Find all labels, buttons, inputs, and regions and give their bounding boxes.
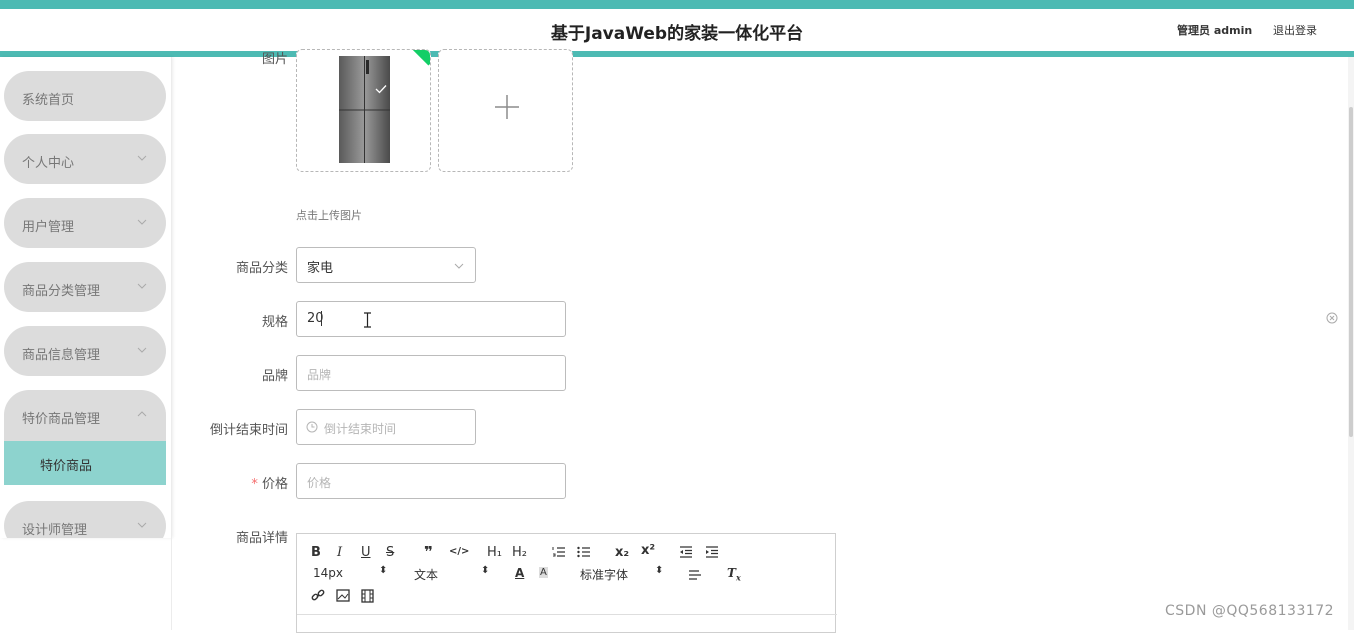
outdent-icon[interactable] <box>679 546 693 558</box>
rich-text-editor[interactable]: B I U S ❞ </> H₁ H₂ x₂ x² 14px ⬍ 文本 ⬍ A … <box>296 533 837 633</box>
page-scrollbar[interactable] <box>1348 57 1354 630</box>
link-icon[interactable] <box>311 589 325 603</box>
blockquote-icon[interactable]: ❞ <box>424 543 433 561</box>
clear-format-icon[interactable]: Tx <box>727 566 741 582</box>
sidebar-item-special-product-management[interactable]: 特价商品管理 <box>4 390 166 441</box>
code-block-icon[interactable]: </> <box>449 546 469 557</box>
sidebar-item-home[interactable]: 系统首页 <box>4 71 166 121</box>
sidebar-subitem-special-product[interactable]: 特价商品 <box>4 441 166 485</box>
sidebar-item-category-management[interactable]: 商品分类管理 <box>4 262 166 312</box>
csdn-watermark: CSDN @QQ568133172 <box>1165 603 1335 619</box>
required-asterisk: * <box>251 477 258 492</box>
text-caret <box>321 311 322 326</box>
clear-circle-icon[interactable] <box>1326 312 1338 324</box>
sidebar-item-label: 设计师管理 <box>22 523 88 538</box>
spec-input[interactable]: 20 <box>296 301 566 337</box>
sidebar-item-label: 系统首页 <box>22 93 75 108</box>
strikethrough-icon[interactable]: S <box>386 545 394 560</box>
price-label: * 价格 <box>198 473 288 492</box>
detail-label: 商品详情 <box>235 531 288 546</box>
bullet-list-icon[interactable] <box>577 546 591 558</box>
chevron-down-icon <box>137 155 147 161</box>
spec-label: 规格 <box>261 315 288 330</box>
chevron-down-icon <box>137 522 147 528</box>
sidebar-item-label: 用户管理 <box>22 220 75 235</box>
sidebar-item-label: 特价商品管理 <box>22 412 101 427</box>
chevron-updown-icon: ⬍ <box>655 565 664 576</box>
align-icon[interactable] <box>688 569 702 581</box>
sidebar-item-label: 商品信息管理 <box>22 348 101 363</box>
category-select-value: 家电 <box>307 261 334 276</box>
video-icon[interactable] <box>361 589 374 603</box>
ordered-list-icon[interactable] <box>552 546 566 558</box>
uploaded-image-card[interactable] <box>296 49 431 172</box>
category-label: 商品分类 <box>235 261 288 276</box>
image-field-label: 图片 <box>261 52 288 67</box>
italic-icon[interactable]: I <box>337 545 342 560</box>
price-label-text: 价格 <box>261 477 288 492</box>
sidebar-item-user-management[interactable]: 用户管理 <box>4 198 166 248</box>
upload-image-button[interactable] <box>438 49 573 172</box>
text-cursor-icon <box>364 312 371 328</box>
sidebar-item-label: 个人中心 <box>22 156 75 171</box>
subscript-icon[interactable]: x₂ <box>615 545 629 560</box>
plus-icon <box>495 95 519 119</box>
indent-icon[interactable] <box>705 546 719 558</box>
chevron-updown-icon: ⬍ <box>379 565 388 576</box>
app-title: 基于JavaWeb的家装一体化平台 <box>550 24 804 44</box>
editor-content-divider <box>297 614 837 615</box>
admin-user-label: 管理员 admin <box>1177 24 1253 37</box>
upload-hint: 点击上传图片 <box>296 209 362 222</box>
sidebar-item-designer-management[interactable]: 设计师管理 <box>4 501 166 538</box>
chevron-up-icon <box>137 411 147 417</box>
chevron-updown-icon: ⬍ <box>481 565 490 576</box>
brand-placeholder: 品牌 <box>307 368 332 382</box>
font-size-select[interactable]: 14px <box>313 566 343 580</box>
countdown-label: 倒计结束时间 <box>209 423 288 438</box>
font-color-icon[interactable]: A <box>515 566 524 580</box>
brand-input[interactable]: 品牌 <box>296 355 566 391</box>
refrigerator-image <box>339 56 390 163</box>
font-family-select[interactable]: 标准字体 <box>580 566 628 583</box>
category-select[interactable]: 家电 <box>296 247 476 283</box>
countdown-placeholder: 倒计结束时间 <box>324 422 397 436</box>
image-icon[interactable] <box>336 589 350 602</box>
sidebar-item-personal-center[interactable]: 个人中心 <box>4 134 166 184</box>
chevron-down-icon <box>137 347 147 353</box>
clock-icon <box>306 421 318 433</box>
sidebar-divider <box>171 57 172 630</box>
price-input[interactable]: 价格 <box>296 463 566 499</box>
chevron-down-icon <box>137 283 147 289</box>
chevron-down-icon <box>137 219 147 225</box>
logout-link[interactable]: 退出登录 <box>1273 22 1317 38</box>
heading1-icon[interactable]: H₁ <box>487 545 502 560</box>
price-placeholder: 价格 <box>307 476 332 490</box>
underline-icon[interactable]: U <box>361 545 371 560</box>
brand-label: 品牌 <box>261 369 288 384</box>
check-icon <box>375 85 387 94</box>
sidebar-item-product-info-management[interactable]: 商品信息管理 <box>4 326 166 376</box>
sidebar: 系统首页 个人中心 用户管理 商品分类管理 商品信息管理 特价商品管理 特价商品… <box>0 57 171 538</box>
sidebar-subitem-label: 特价商品 <box>40 459 93 474</box>
paragraph-select[interactable]: 文本 <box>414 566 438 583</box>
scrollbar-thumb[interactable] <box>1349 107 1353 437</box>
countdown-datetime-picker[interactable]: 倒计结束时间 <box>296 409 476 445</box>
sidebar-item-label: 商品分类管理 <box>22 284 101 299</box>
bold-icon[interactable]: B <box>311 545 321 560</box>
chevron-down-icon <box>454 263 464 269</box>
superscript-icon[interactable]: x² <box>641 543 655 558</box>
heading2-icon[interactable]: H₂ <box>512 545 527 560</box>
background-color-icon[interactable]: A <box>539 567 548 578</box>
